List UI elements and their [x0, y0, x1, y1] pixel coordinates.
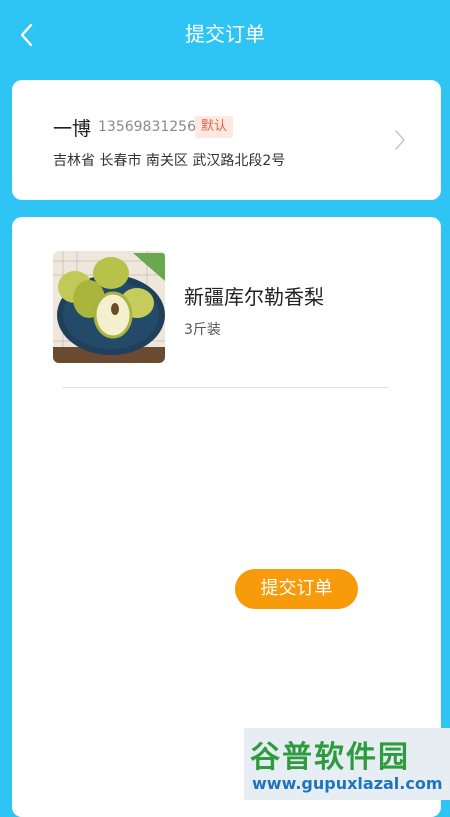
- address-card[interactable]: 一博 13569831256 默认 吉林省 长春市 南关区 武汉路北段2号: [12, 80, 441, 200]
- submit-order-button[interactable]: 提交订单: [235, 569, 358, 609]
- recipient-address: 吉林省 长春市 南关区 武汉路北段2号: [53, 153, 286, 169]
- order-card: 新疆库尔勒香梨 3斤装 提交订单: [12, 217, 441, 817]
- divider: [62, 387, 389, 388]
- default-badge: 默认: [195, 116, 234, 138]
- recipient-name: 一博: [53, 118, 92, 140]
- header-bar: 提交订单: [0, 0, 450, 70]
- page-title: 提交订单: [185, 22, 265, 46]
- product-spec: 3斤装: [184, 322, 221, 338]
- watermark-url: www.gupuxlazal.com: [252, 774, 443, 793]
- watermark-title: 谷普软件园: [250, 740, 410, 775]
- pear-product-image: [53, 251, 165, 363]
- chevron-right-icon: [395, 130, 405, 150]
- watermark: 谷普软件园 www.gupuxlazal.com: [244, 728, 450, 800]
- recipient-phone: 13569831256: [98, 119, 196, 135]
- product-name: 新疆库尔勒香梨: [184, 285, 324, 309]
